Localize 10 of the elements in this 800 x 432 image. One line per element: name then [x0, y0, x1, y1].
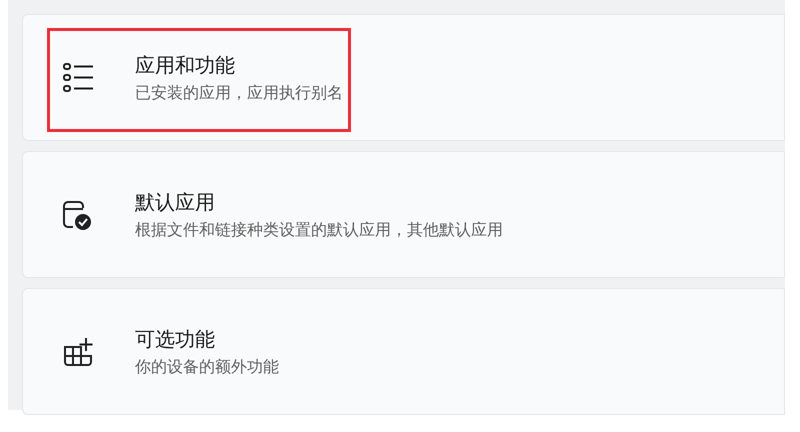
settings-card[interactable]: 默认应用 根据文件和链接种类设置的默认应用，其他默认应用 — [22, 151, 785, 278]
card-title: 可选功能 — [135, 326, 216, 352]
settings-card[interactable]: 应用和功能 已安装的应用，应用执行别名 — [22, 14, 785, 141]
card-title: 应用和功能 — [135, 52, 236, 78]
settings-card[interactable]: 可选功能 你的设备的额外功能 — [22, 288, 785, 415]
card-title: 默认应用 — [135, 188, 216, 214]
card-description: 已安装的应用，应用执行别名 — [135, 82, 343, 104]
card-description: 根据文件和链接种类设置的默认应用，其他默认应用 — [135, 218, 503, 240]
card-description: 你的设备的额外功能 — [135, 356, 279, 378]
list-icon — [61, 60, 95, 94]
